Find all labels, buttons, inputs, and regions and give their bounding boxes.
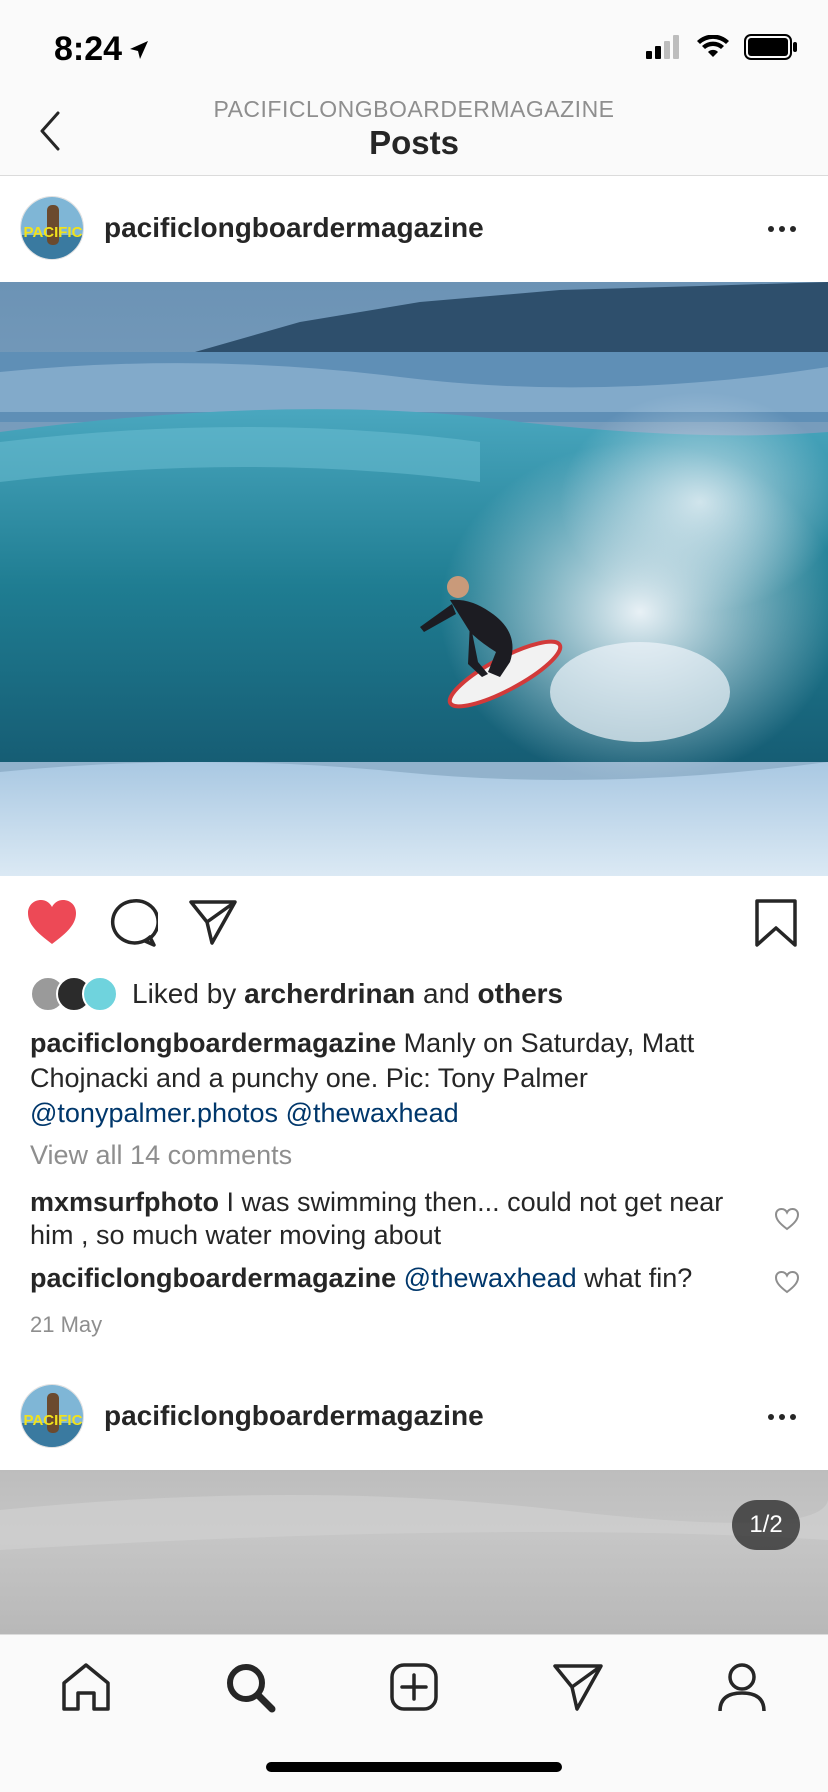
liked-by-prefix: Liked by xyxy=(132,978,237,1009)
comment-username[interactable]: pacificlongboardermagazine xyxy=(30,1263,396,1293)
home-icon xyxy=(62,1663,110,1711)
avatar-image: PACIFIC xyxy=(21,1385,83,1447)
search-icon xyxy=(227,1664,276,1713)
comment-username[interactable]: mxmsurfphoto xyxy=(30,1187,219,1217)
post-date: 21 May xyxy=(30,1312,103,1337)
status-time-text: 8:24 xyxy=(54,30,123,68)
battery-icon xyxy=(744,34,797,60)
tab-search[interactable] xyxy=(218,1655,282,1719)
comment: pacificlongboardermagazine @thewaxhead w… xyxy=(30,1262,750,1295)
like-button[interactable] xyxy=(26,898,78,951)
status-time: 8:24 xyxy=(54,30,150,69)
comment-bubble-icon xyxy=(110,899,160,947)
status-bar: 8:24 xyxy=(0,0,828,96)
ellipsis-dot xyxy=(790,226,796,232)
avatar-logo-text: PACIFIC xyxy=(24,224,83,241)
liked-by-others[interactable]: others xyxy=(478,978,564,1009)
tab-profile[interactable] xyxy=(710,1655,774,1719)
location-arrow-icon xyxy=(130,40,149,59)
tab-home[interactable] xyxy=(54,1655,118,1719)
ellipsis-dot xyxy=(790,1414,796,1420)
post-username[interactable]: pacificlongboardermagazine xyxy=(104,1400,484,1432)
avatar[interactable]: PACIFIC xyxy=(20,1384,84,1448)
tab-new-post[interactable] xyxy=(382,1655,446,1719)
profile-icon xyxy=(718,1663,766,1712)
share-button[interactable] xyxy=(188,898,238,951)
ellipsis-icon xyxy=(768,226,774,232)
wifi-icon xyxy=(697,35,729,57)
home-indicator[interactable] xyxy=(266,1762,562,1772)
direct-icon xyxy=(553,1664,603,1711)
cellular-signal-icon xyxy=(646,35,679,59)
status-icons xyxy=(646,34,798,60)
ellipsis-dot xyxy=(779,226,785,232)
bookmark-icon xyxy=(755,899,797,947)
liker-avatar xyxy=(82,976,118,1012)
comment-like-button[interactable] xyxy=(774,1207,800,1231)
avatar[interactable]: PACIFIC xyxy=(20,196,84,260)
tab-direct[interactable] xyxy=(546,1655,610,1719)
view-all-comments-link[interactable]: View all 14 comments xyxy=(30,1140,292,1171)
post-header: PACIFIC pacificlongboardermagazine xyxy=(0,1364,828,1470)
page-title: Posts xyxy=(369,124,459,161)
heart-outline-icon xyxy=(774,1207,800,1231)
more-options-button[interactable] xyxy=(762,1402,802,1432)
post-photo[interactable] xyxy=(0,282,828,876)
caption-mention[interactable]: @tonypalmer.photos xyxy=(30,1098,278,1128)
comment-button[interactable] xyxy=(108,898,160,953)
page-counter: 1/2 xyxy=(732,1500,800,1550)
post-username[interactable]: pacificlongboardermagazine xyxy=(104,212,484,244)
caption-mention[interactable]: @thewaxhead xyxy=(286,1098,459,1128)
ellipsis-icon xyxy=(768,1414,774,1420)
heart-icon xyxy=(28,900,76,944)
liker-avatars xyxy=(30,976,120,1012)
heart-outline-icon xyxy=(774,1270,800,1294)
add-post-icon xyxy=(390,1663,438,1711)
nav-header: PACIFICLONGBOARDERMAGAZINE Posts xyxy=(0,96,828,176)
post-photo-image xyxy=(0,1495,828,1550)
post-header: PACIFIC pacificlongboardermagazine xyxy=(0,176,828,282)
avatar-logo-text: PACIFIC xyxy=(24,1412,83,1429)
post-photo[interactable]: 1/2 xyxy=(0,1470,828,1634)
likes-text: Liked by archerdrinan and others xyxy=(132,978,563,1010)
comment: mxmsurfphoto I was swimming then... coul… xyxy=(30,1186,750,1252)
caption-username[interactable]: pacificlongboardermagazine xyxy=(30,1028,396,1058)
header-subtitle: PACIFICLONGBOARDERMAGAZINE xyxy=(213,96,615,122)
surf-photo xyxy=(0,282,828,876)
avatar-image: PACIFIC xyxy=(21,197,83,259)
comment-like-button[interactable] xyxy=(774,1270,800,1294)
save-button[interactable] xyxy=(754,898,798,953)
liked-by-user[interactable]: archerdrinan xyxy=(244,978,415,1009)
paper-plane-icon xyxy=(189,900,237,945)
action-bar xyxy=(0,880,828,972)
comment-text: what fin? xyxy=(584,1263,693,1293)
more-options-button[interactable] xyxy=(762,214,802,244)
post-caption: pacificlongboardermagazine Manly on Satu… xyxy=(30,1026,800,1131)
liked-by-and: and xyxy=(423,978,470,1009)
likes-row[interactable]: Liked by archerdrinan and others xyxy=(30,974,563,1014)
ellipsis-dot xyxy=(779,1414,785,1420)
comment-mention[interactable]: @thewaxhead xyxy=(404,1263,577,1293)
